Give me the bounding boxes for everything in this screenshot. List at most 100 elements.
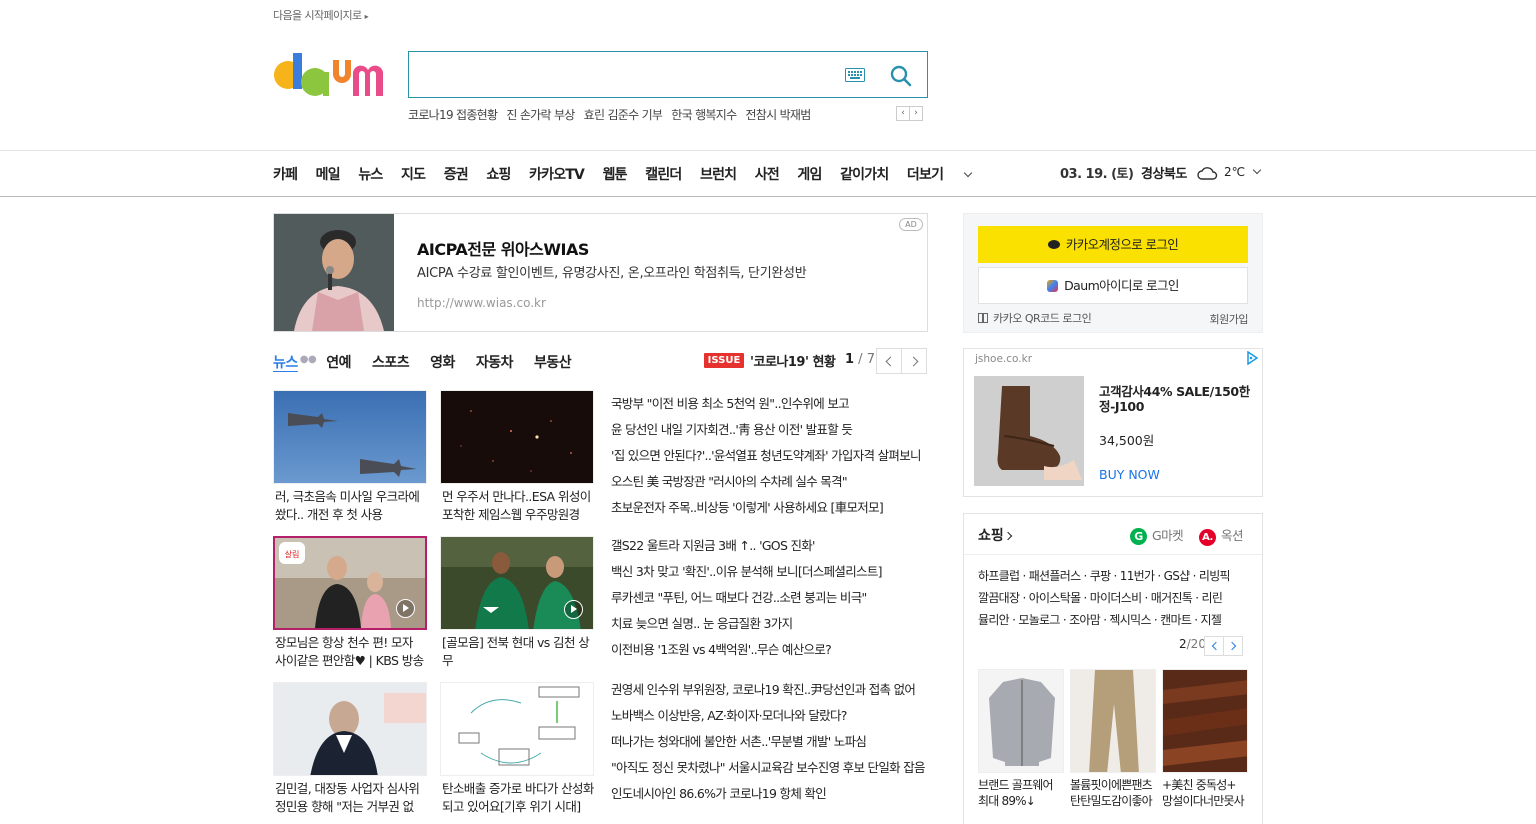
auction-link[interactable]: A. 옥션	[1199, 525, 1244, 546]
chevron-right-icon	[1003, 531, 1013, 541]
shopping-mall-row[interactable]: 뮬리안 · 모놀로그 · 조아맘 · 젝시믹스 · 캔마트 · 지젤	[978, 609, 1253, 631]
headline-link[interactable]: 백신 3차 맞고 '확진'..이유 분석해 보니[더스페셜리스트]	[611, 559, 926, 585]
gnb-item-calendar[interactable]: 캘린더	[645, 164, 682, 184]
qr-login-link[interactable]: 카카오 QR코드 로그인	[978, 310, 1092, 326]
tab-sports[interactable]: 스포츠	[372, 352, 410, 372]
gnb-item-brunch[interactable]: 브런치	[700, 164, 737, 184]
search-input[interactable]	[421, 62, 841, 88]
headline-link[interactable]: 떠나가는 청와대에 불안한 서촌..'무분별 개발' 노파심	[611, 729, 926, 755]
headline-link[interactable]: 갤S22 울트라 지원금 3배 ↑.. 'GOS 진화'	[611, 533, 926, 559]
daum-portal-page: 다음을 시작페이지로 ▸ 코로나19 접종현황 진 손가락 부상 효린 김준수 기…	[0, 0, 1536, 824]
news-thumb[interactable]: 탄소배출 증가로 바다가 산성화되고 있어요[기후 위기 시대]	[440, 682, 594, 816]
video-thumb[interactable]: 살림 장모님은 항상 천수 편! 모자 사이같은 편안함♥ | KBS 방송	[273, 536, 427, 670]
chevron-right-icon[interactable]: ›	[909, 106, 923, 121]
shopping-page-current: 2	[1179, 637, 1187, 651]
ad-banner-image	[274, 214, 394, 331]
product-card[interactable]: +美친 중독성+ 망설이다너만못사	[1162, 669, 1248, 809]
video-thumb-caption: [골모음] 전북 현대 vs 김천 상무	[442, 635, 590, 668]
chevron-down-icon[interactable]	[1252, 165, 1262, 175]
auction-label: 옥션	[1221, 528, 1244, 543]
headline-link[interactable]: 초보운전자 주목..비상등 '이렇게' 사용하세요 [車모저모]	[611, 495, 926, 521]
hot-keyword[interactable]: 코로나19 접종현황	[408, 106, 498, 122]
product-card[interactable]: 볼륨핏이에쁜팬츠 탄탄밀도감이좋아	[1070, 669, 1156, 809]
news-thumb[interactable]: 김민걸, 대장동 사업자 심사위 정민용 향해 "저는 거부권 없다"	[273, 682, 427, 816]
shopping-nav	[1204, 636, 1243, 656]
product-image	[978, 669, 1064, 773]
gnb-item-dictionary[interactable]: 사전	[755, 164, 780, 184]
cloud-icon	[1197, 167, 1218, 180]
next-button[interactable]	[901, 348, 927, 374]
ad-url[interactable]: http://www.wias.co.kr	[417, 296, 546, 310]
ad-banner[interactable]: AICPA전문 위아스WIAS AICPA 수강료 할인이벤트, 유명강사진, …	[273, 213, 928, 332]
gnb-more-button[interactable]: 더보기	[907, 164, 972, 184]
product-name: 브랜드 골프웨어 최대 89%↓	[978, 778, 1054, 808]
headline-link[interactable]: 인도네시아인 86.6%가 코로나19 항체 확인	[611, 781, 926, 807]
gnb-item-shopping[interactable]: 쇼핑	[486, 164, 511, 184]
gnb-item-kakaotv[interactable]: 카카오TV	[529, 164, 585, 184]
video-thumb[interactable]: [골모음] 전북 현대 vs 김천 상무	[440, 536, 594, 670]
gnb-item-together[interactable]: 같이가치	[840, 164, 889, 184]
gmarket-link[interactable]: G G마켓	[1130, 525, 1184, 545]
daum-login-button[interactable]: Daum아이디로 로그인	[978, 267, 1248, 304]
search-box	[408, 51, 928, 98]
keyboard-icon[interactable]	[845, 68, 865, 82]
gnb-item-cafe[interactable]: 카페	[273, 164, 298, 184]
svg-text:살림: 살림	[285, 549, 300, 559]
product-card[interactable]: 브랜드 골프웨어 최대 89%↓	[978, 669, 1064, 809]
issue-page-current: 1	[845, 352, 855, 367]
shopping-mall-row[interactable]: 깔끔대장 · 아이스탁몰 · 마이더스비 · 매거진톡 · 리린	[978, 587, 1253, 609]
side-ad[interactable]: jshoe.co.kr 고객감사44% SALE/150한정-J100 34,5…	[963, 348, 1263, 497]
news-tab-bar: 뉴스 ●● 연예 스포츠 영화 자동차 부동산	[273, 352, 592, 372]
tab-entertainment[interactable]: 연예	[326, 352, 351, 372]
issue-nav	[876, 348, 927, 374]
login-box: 카카오계정으로 로그인 Daum아이디로 로그인 카카오 QR코드 로그인 회원…	[963, 213, 1263, 333]
headline-link[interactable]: "아직도 정신 못차렸나" 서울시교육감 보수진영 후보 단일화 잡음	[611, 755, 926, 781]
gnb-item-stock[interactable]: 증권	[444, 164, 469, 184]
headline-link[interactable]: 권영세 인수위 부위원장, 코로나19 확진..尹당선인과 접촉 없어	[611, 677, 926, 703]
daum-login-label: Daum아이디로 로그인	[1064, 278, 1179, 293]
hot-keyword[interactable]: 효린 김준수 기부	[584, 106, 663, 122]
headline-link[interactable]: 치료 늦으면 실명.. 눈 응급질환 3가지	[611, 611, 926, 637]
headline-link[interactable]: '집 있으면 안된다?'..'윤석열표 청년도약계좌' 가입자격 살펴보니	[611, 443, 926, 469]
news-thumb[interactable]: 러, 극초음속 미사일 우크라에 쐈다.. 개전 후 첫 사용	[273, 390, 427, 524]
news-thumb[interactable]: 먼 우주서 만나다..ESA 위성이 포착한 제임스웹 우주망원경	[440, 390, 594, 524]
gnb-item-webtoon[interactable]: 웹툰	[603, 164, 628, 184]
search-icon[interactable]	[889, 64, 913, 88]
headline-link[interactable]: 국방부 "이전 비용 최소 5천억 원"..인수위에 보고	[611, 391, 926, 417]
shopping-title-link[interactable]: 쇼핑	[978, 525, 1013, 545]
gnb-item-mail[interactable]: 메일	[316, 164, 341, 184]
headline-link[interactable]: 루카센코 "푸틴, 어느 때보다 건강..소련 붕괴는 비극"	[611, 585, 926, 611]
news-thumb-image	[273, 390, 427, 484]
daum-logo[interactable]	[273, 48, 391, 100]
hot-keyword[interactable]: 전참시 박재범	[745, 106, 811, 122]
headline-link[interactable]: 오스틴 美 국방장관 "러시아의 수차례 실수 목격"	[611, 469, 926, 495]
issue-topic[interactable]: '코로나19' 현황	[750, 351, 836, 370]
qr-login-label: 카카오 QR코드 로그인	[993, 312, 1092, 325]
shopping-mall-row[interactable]: 하프클럽 · 패션플러스 · 쿠팡 · 11번가 · GS샵 · 리빙픽	[978, 565, 1253, 587]
prev-button[interactable]	[1204, 636, 1224, 656]
tab-movie[interactable]: 영화	[430, 352, 455, 372]
adchoices-icon[interactable]	[1245, 351, 1259, 365]
kakao-login-button[interactable]: 카카오계정으로 로그인	[978, 226, 1248, 263]
signup-link[interactable]: 회원가입	[1210, 311, 1249, 327]
next-button[interactable]	[1223, 636, 1243, 656]
tab-news[interactable]: 뉴스	[273, 352, 298, 372]
hot-keyword[interactable]: 진 손가락 부상	[506, 106, 575, 122]
prev-button[interactable]	[876, 348, 902, 374]
hot-keyword[interactable]: 한국 행복지수	[671, 106, 737, 122]
gnb-item-news[interactable]: 뉴스	[358, 164, 383, 184]
tab-realestate[interactable]: 부동산	[534, 352, 572, 372]
headline-link[interactable]: 이전비용 '1조원 vs 4백억원'..무슨 예산으로?	[611, 637, 926, 663]
gnb-item-map[interactable]: 지도	[401, 164, 426, 184]
gnb-item-game[interactable]: 게임	[797, 164, 822, 184]
tab-car[interactable]: 자동차	[476, 352, 514, 372]
side-ad-title[interactable]: 고객감사44% SALE/150한정-J100	[1099, 384, 1254, 414]
side-ad-price: 34,500원	[1099, 433, 1155, 448]
headline-link[interactable]: 윤 당선인 내일 기자회견..'靑 용산 이전' 발표할 듯	[611, 417, 926, 443]
headline-link[interactable]: 노바백스 이상반응, AZ·화이자·모더나와 달랐다?	[611, 703, 926, 729]
set-start-page-link[interactable]: 다음을 시작페이지로 ▸	[273, 7, 369, 23]
ad-title[interactable]: AICPA전문 위아스WIAS	[417, 236, 589, 260]
chevron-left-icon[interactable]: ‹	[896, 106, 910, 121]
weather-region[interactable]: 경상북도	[1141, 163, 1187, 182]
buy-now-button[interactable]: BUY NOW	[1099, 467, 1160, 482]
